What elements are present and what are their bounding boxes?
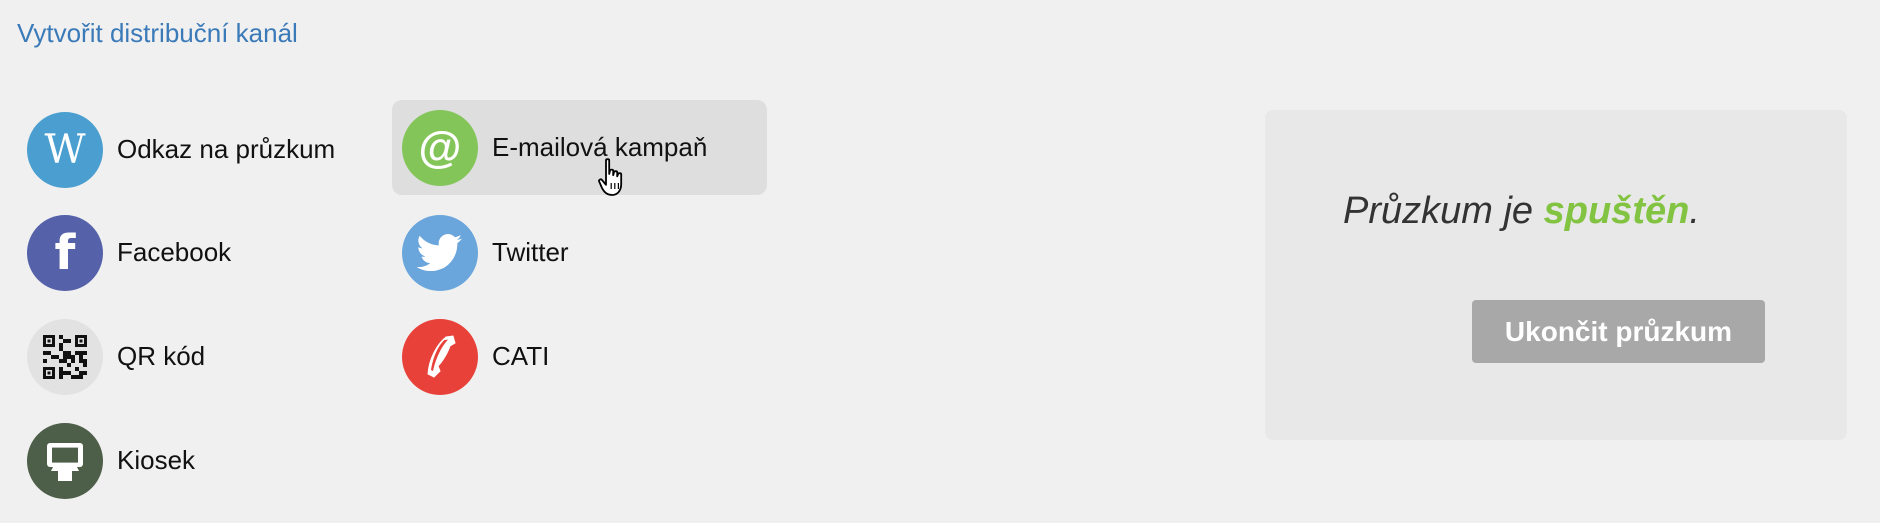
channel-label: E-mailová kampaň xyxy=(492,132,708,162)
status-suffix: . xyxy=(1689,190,1700,232)
facebook-icon: f xyxy=(27,214,103,291)
survey-status-text: Průzkum je spuštěn. xyxy=(1343,190,1700,233)
twitter-bird-icon xyxy=(402,214,478,291)
survey-status-panel: Průzkum je spuštěn. Ukončit průzkum xyxy=(1265,110,1847,440)
channel-cati[interactable]: CATI xyxy=(392,309,767,404)
channel-label: Facebook xyxy=(117,237,232,267)
create-channel-link[interactable]: Vytvořit distribuční kanál xyxy=(17,18,298,49)
channel-kiosk[interactable]: Kiosek xyxy=(17,413,392,508)
email-at-icon: @ xyxy=(402,109,478,186)
phone-icon xyxy=(402,318,478,395)
channel-label: Twitter xyxy=(492,237,569,267)
web-link-icon: W xyxy=(27,111,103,188)
channel-label: CATI xyxy=(492,341,550,371)
channel-label: Kiosek xyxy=(117,445,196,475)
channel-label: Odkaz na průzkum xyxy=(117,134,336,164)
end-survey-button[interactable]: Ukončit průzkum xyxy=(1472,300,1765,363)
channel-twitter[interactable]: Twitter xyxy=(392,205,767,300)
channel-email-campaign[interactable]: @ E-mailová kampaň xyxy=(392,100,767,195)
status-prefix: Průzkum je xyxy=(1343,190,1544,232)
channel-label: QR kód xyxy=(117,341,206,371)
channel-survey-link[interactable]: W Odkaz na průzkum xyxy=(17,102,392,197)
kiosk-icon xyxy=(27,422,103,499)
channel-qr-code[interactable]: QR kód xyxy=(17,309,392,404)
channel-facebook[interactable]: f Facebook xyxy=(17,205,392,300)
status-state: spuštěn xyxy=(1543,190,1690,232)
qr-code-icon xyxy=(27,318,103,395)
